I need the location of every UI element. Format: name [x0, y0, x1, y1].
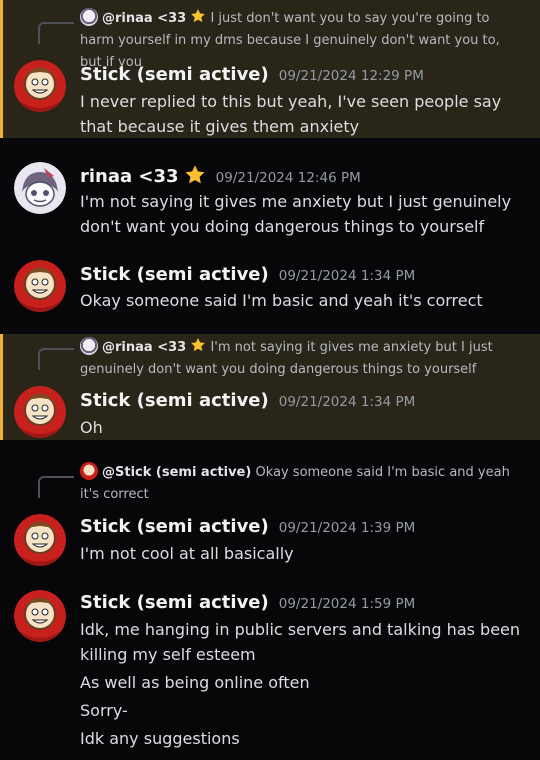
star-icon: [184, 164, 206, 186]
timestamp[interactable]: 09/21/2024 12:29 PM: [279, 68, 424, 84]
stick-avatar[interactable]: [14, 590, 66, 642]
author-name[interactable]: Stick (semi active): [80, 264, 269, 285]
message-line: Oh: [80, 418, 103, 437]
timestamp[interactable]: 09/21/2024 12:46 PM: [216, 170, 361, 186]
message-content: Okay someone said I'm basic and yeah it'…: [80, 288, 530, 313]
timestamp[interactable]: 09/21/2024 1:59 PM: [279, 596, 416, 612]
message-line: I'm not cool at all basically: [80, 544, 294, 563]
message-line: I never replied to this but yeah, I've s…: [80, 92, 502, 136]
author-name[interactable]: rinaa <33: [80, 166, 179, 187]
reply-connector: [38, 348, 74, 370]
message-header: Stick (semi active) 09/21/2024 12:29 PM: [80, 64, 532, 85]
reply-author[interactable]: @rinaa <33: [102, 340, 186, 355]
author-name[interactable]: Stick (semi active): [80, 516, 269, 537]
message-item[interactable]: @rinaa <33 I'm not saying it gives me an…: [0, 334, 540, 440]
message-line: Sorry-: [80, 701, 128, 720]
message-content: Idk, me hanging in public servers and ta…: [80, 617, 530, 751]
message-content: I never replied to this but yeah, I've s…: [80, 89, 530, 139]
message-item[interactable]: rinaa <33 09/21/2024 12:46 PM I'm not sa…: [0, 150, 540, 240]
message-line: As well as being online often: [80, 673, 310, 692]
message-header: Stick (semi active) 09/21/2024 1:59 PM: [80, 592, 532, 613]
stick-avatar[interactable]: [14, 260, 66, 312]
rinaa-mini-avatar: [80, 8, 98, 26]
star-icon: [190, 8, 206, 30]
author-name[interactable]: Stick (semi active): [80, 390, 269, 411]
reply-connector: [38, 476, 74, 498]
reply-preview[interactable]: @Stick (semi active) Okay someone said I…: [80, 462, 522, 506]
reply-author[interactable]: @rinaa <33: [102, 11, 186, 26]
stick-avatar[interactable]: [14, 60, 66, 112]
message-item[interactable]: Stick (semi active) 09/21/2024 1:34 PM Ok…: [0, 250, 540, 320]
message-content: I'm not cool at all basically: [80, 541, 530, 566]
message-content: Oh: [80, 415, 530, 440]
timestamp[interactable]: 09/21/2024 1:34 PM: [279, 394, 416, 410]
stick-avatar[interactable]: [14, 386, 66, 438]
author-name[interactable]: Stick (semi active): [80, 592, 269, 613]
rinaa-mini-avatar: [80, 337, 98, 355]
author-name[interactable]: Stick (semi active): [80, 64, 269, 85]
message-item[interactable]: @Stick (semi active) Okay someone said I…: [0, 458, 540, 576]
timestamp[interactable]: 09/21/2024 1:39 PM: [279, 520, 416, 536]
stick-mini-avatar: [80, 462, 98, 480]
message-line: Okay someone said I'm basic and yeah it'…: [80, 291, 483, 310]
reply-connector: [38, 22, 74, 44]
message-line: Idk any suggestions: [80, 729, 240, 748]
stick-avatar[interactable]: [14, 514, 66, 566]
rinaa-avatar[interactable]: [14, 162, 66, 214]
message-header: rinaa <33 09/21/2024 12:46 PM: [80, 164, 532, 187]
message-content: I'm not saying it gives me anxiety but I…: [80, 189, 530, 239]
message-item[interactable]: @rinaa <33 I just don't want you to say …: [0, 0, 540, 138]
message-header: Stick (semi active) 09/21/2024 1:39 PM: [80, 516, 532, 537]
message-item[interactable]: Stick (semi active) 09/21/2024 1:59 PM Id…: [0, 584, 540, 760]
message-line: I'm not saying it gives me anxiety but I…: [80, 192, 512, 236]
reply-author[interactable]: @Stick (semi active): [102, 465, 251, 480]
message-header: Stick (semi active) 09/21/2024 1:34 PM: [80, 264, 532, 285]
message-header: Stick (semi active) 09/21/2024 1:34 PM: [80, 390, 532, 411]
star-icon: [190, 337, 206, 359]
timestamp[interactable]: 09/21/2024 1:34 PM: [279, 268, 416, 284]
message-line: Idk, me hanging in public servers and ta…: [80, 620, 521, 664]
reply-preview[interactable]: @rinaa <33 I'm not saying it gives me an…: [80, 337, 522, 381]
